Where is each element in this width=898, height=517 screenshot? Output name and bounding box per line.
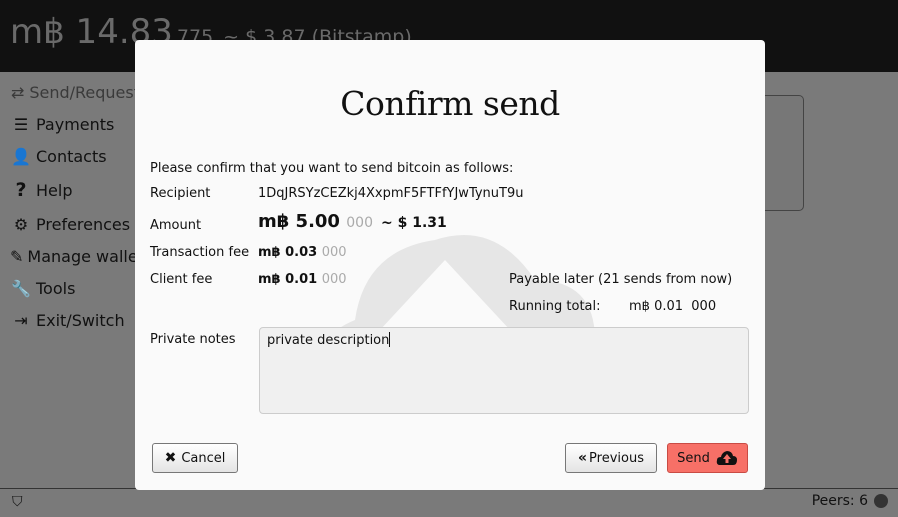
sidebar-item-payments[interactable]: ☰ Payments [0, 108, 140, 140]
sidebar-item-contacts[interactable]: 👤 Contacts [0, 140, 140, 172]
sidebar-item-label: Tools [36, 278, 76, 298]
running-total-main: m฿ 0.01 [629, 299, 684, 314]
private-notes-text: private description [267, 333, 390, 348]
running-total-sub: 000 [691, 299, 717, 314]
recipient-address: 1DqJRSYzCEZkj4XxpmF5FTFfYJwTynuT9u [258, 186, 524, 201]
sidebar-item-label: Preferences [36, 214, 131, 234]
wrench-icon: 🔧 [11, 278, 31, 298]
client-fee-value: m฿ 0.01 000 [258, 272, 347, 287]
amount-main: m฿ 5.00 [258, 211, 340, 232]
double-chevron-left-icon: « [578, 450, 588, 466]
gears-icon: ⚙ [13, 214, 29, 234]
client-fee-main: m฿ 0.01 [258, 272, 318, 287]
connection-status-icon [874, 494, 888, 508]
amount-sub: 000 [346, 215, 373, 231]
sidebar-item-label: Contacts [36, 146, 107, 166]
private-notes-input[interactable]: private description [259, 327, 749, 414]
sidebar-item-label: Payments [36, 114, 115, 134]
dialog-intro: Please confirm that you want to send bit… [150, 161, 514, 176]
client-fee-label: Client fee [150, 272, 213, 287]
client-fee-sub: 000 [321, 272, 347, 287]
running-total-label: Running total: [509, 299, 601, 314]
sidebar-item-send-request[interactable]: ⇄ Send/Request [0, 76, 140, 108]
sidebar-item-exit-switch[interactable]: ⇥ Exit/Switch [0, 304, 140, 336]
sidebar-item-label: Help [36, 180, 73, 200]
edit-icon: ✎ [10, 246, 24, 266]
recipient-label: Recipient [150, 186, 211, 201]
cancel-button-label: Cancel [181, 450, 226, 466]
amount-fiat: ~ $ 1.31 [380, 215, 447, 231]
sidebar-item-preferences[interactable]: ⚙ Preferences [0, 208, 140, 240]
amount-value: m฿ 5.00 000 ~ $ 1.31 [258, 211, 447, 232]
private-notes-label: Private notes [150, 332, 236, 347]
sidebar-item-manage-wallet[interactable]: ✎ Manage wallet [0, 240, 144, 272]
list-icon: ☰ [13, 114, 29, 134]
text-caret [389, 332, 391, 347]
background-panel [760, 95, 804, 211]
confirm-send-dialog: Confirm send Please confirm that you wan… [135, 40, 765, 490]
user-icon: 👤 [11, 146, 31, 166]
close-icon: ✖ [164, 450, 177, 466]
transaction-fee-value: m฿ 0.03 000 [258, 245, 347, 260]
sidebar-item-help[interactable]: ? Help [0, 172, 140, 208]
transaction-fee-sub: 000 [321, 245, 347, 260]
send-button-label: Send [677, 450, 710, 466]
dialog-title: Confirm send [340, 84, 560, 123]
sidebar-item-label: Manage wallet [27, 246, 144, 266]
shield-icon: ⛉ [12, 494, 23, 510]
cloud-upload-icon [716, 451, 737, 465]
transaction-fee-label: Transaction fee [150, 245, 250, 260]
sidebar-item-label: Exit/Switch [36, 310, 125, 330]
sidebar-item-tools[interactable]: 🔧 Tools [0, 272, 140, 304]
sidebar-item-label: Send/Request [29, 82, 140, 102]
transaction-fee-main: m฿ 0.03 [258, 245, 318, 260]
amount-label: Amount [150, 218, 202, 233]
send-button[interactable]: Send [667, 443, 748, 473]
status-bar: ⛉ Peers: 6 [0, 488, 898, 517]
running-total-value: m฿ 0.01 000 [629, 299, 716, 314]
previous-button[interactable]: «Previous [565, 443, 657, 473]
previous-button-label: Previous [589, 450, 644, 466]
peers-count: Peers: 6 [811, 493, 868, 509]
payable-later-text: Payable later (21 sends from now) [509, 272, 733, 287]
cancel-button[interactable]: ✖ Cancel [152, 443, 238, 473]
arrows-exchange-icon: ⇄ [10, 82, 25, 102]
sign-out-icon: ⇥ [14, 310, 28, 330]
peers-status: Peers: 6 [812, 493, 888, 509]
question-icon: ? [15, 179, 27, 201]
sidebar: ⇄ Send/Request ☰ Payments 👤 Contacts ? Help … [0, 76, 144, 336]
